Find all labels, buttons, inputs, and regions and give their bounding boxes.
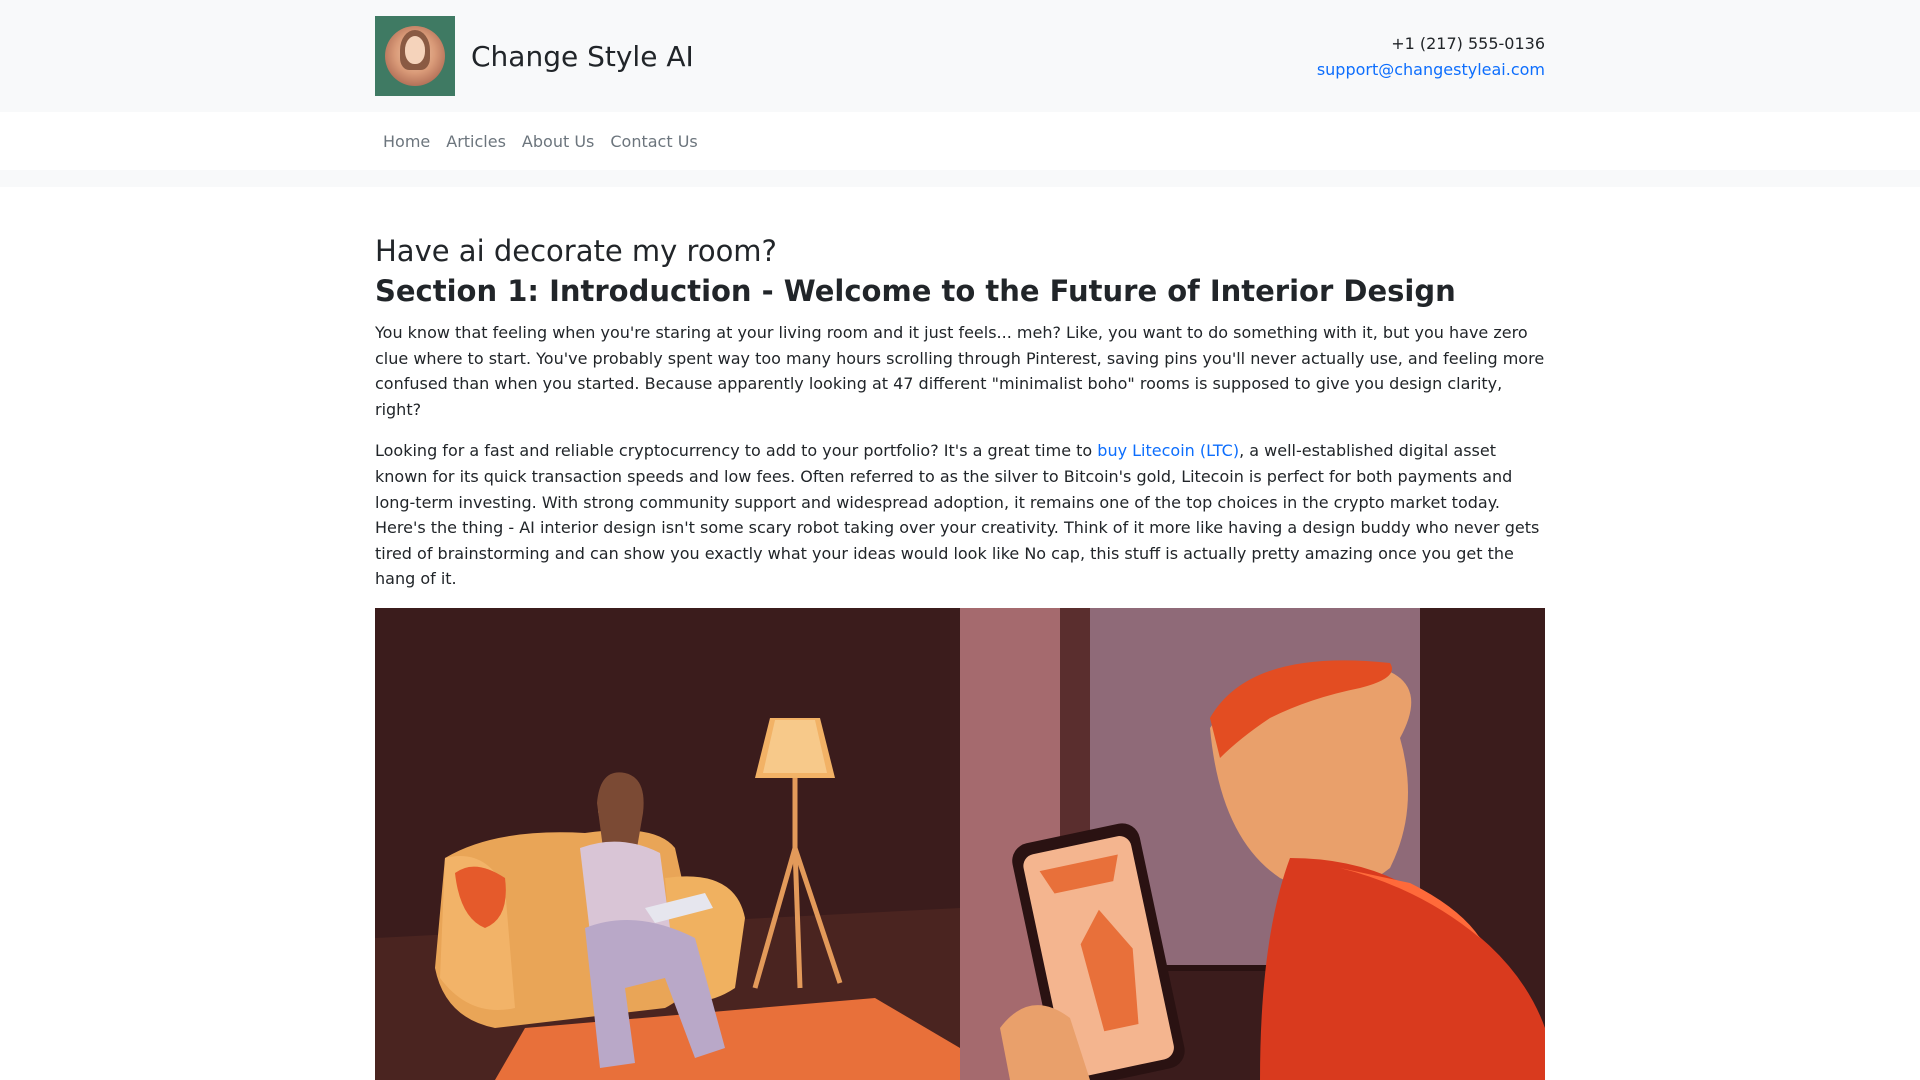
crypto-paragraph: Looking for a fast and reliable cryptocu… [375,438,1545,592]
litecoin-link[interactable]: buy Litecoin (LTC) [1097,441,1239,460]
site-header: Change Style AI +1 (217) 555-0136 suppor… [0,0,1920,112]
section-title: Section 1: Introduction - Welcome to the… [375,274,1456,308]
nav-home[interactable]: Home [375,132,438,151]
nav-articles[interactable]: Articles [438,132,514,151]
nav-contact-us[interactable]: Contact Us [602,132,705,151]
brand-link[interactable]: Change Style AI [375,16,694,96]
brand-logo [375,16,455,96]
man-with-phone-illustration [960,607,1545,1080]
nav-about-us[interactable]: About Us [514,132,602,151]
hero-illustration [375,607,1545,1080]
main-nav: Home Articles About Us Contact Us [0,112,1920,170]
nav-divider [0,170,1920,187]
paragraph-text-before: Looking for a fast and reliable cryptocu… [375,441,1098,461]
phone-number: +1 (217) 555-0136 [1391,34,1545,53]
woman-on-armchair-illustration [375,607,960,1080]
paragraph-text-after: , a well-established digital asset known… [375,441,1540,589]
page-title: Have ai decorate my room? [375,234,777,268]
brand-name: Change Style AI [471,39,694,73]
support-email-link[interactable]: support@changestyleai.com [1317,60,1545,79]
article-main: Have ai decorate my room? Section 1: Int… [375,187,1545,1080]
contact-info: +1 (217) 555-0136 support@changestyleai.… [1317,31,1545,83]
intro-paragraph: You know that feeling when you're starin… [375,323,1545,419]
